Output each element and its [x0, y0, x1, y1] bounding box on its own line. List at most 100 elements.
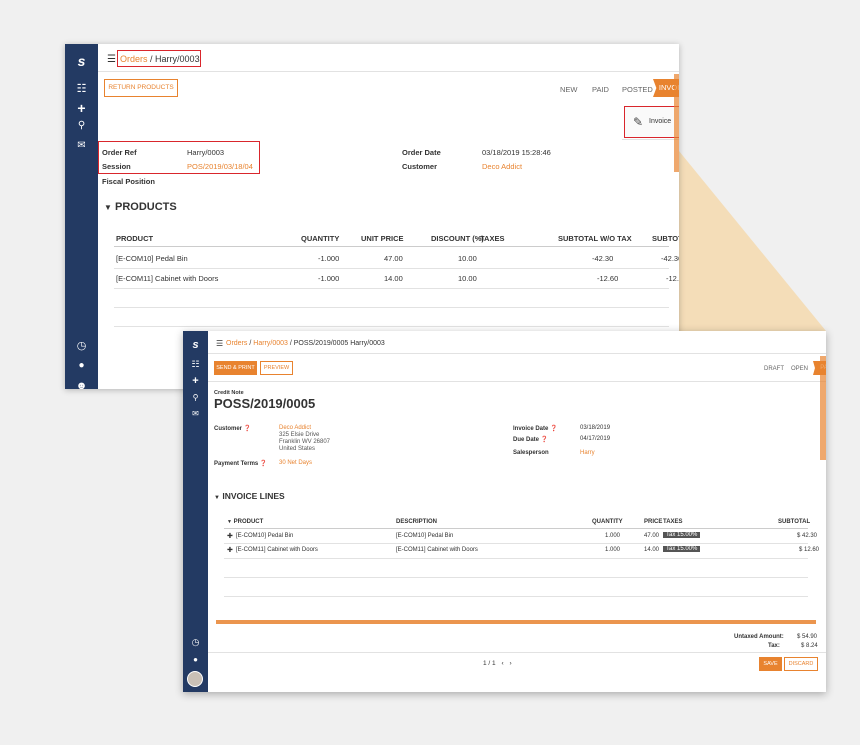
menu-icon[interactable]: ☰: [107, 54, 116, 65]
col-subtotal: SUBTOTAL: [778, 519, 811, 525]
table-row[interactable]: ✚ [E-COM10] Pedal Bin [E-COM10] Pedal Bi…: [224, 530, 817, 543]
chat-icon[interactable]: ●: [65, 360, 98, 371]
row-price: 14.00: [644, 547, 660, 553]
breadcrumb: Orders / Harry/0003 / POSS/2019/0005 Har…: [226, 340, 385, 347]
row-description: [E-COM10] Pedal Bin: [396, 533, 454, 539]
tax-badge: Tax 15.00%: [663, 546, 701, 552]
row-discount: 10.00: [458, 254, 477, 263]
avatar[interactable]: [187, 671, 203, 687]
customer-link[interactable]: Deco Addict: [482, 162, 522, 171]
sidebar: s ☷ + ⚲ ✉ ◷ ● ☻: [65, 44, 98, 389]
search-icon[interactable]: ⚲: [65, 120, 98, 131]
row-quantity: -1.000: [318, 254, 340, 263]
col-quantity: QUANTITY: [301, 234, 340, 243]
send-print-button[interactable]: SEND & PRINT: [214, 361, 257, 375]
help-icon: ❓: [259, 461, 268, 467]
invoice-button[interactable]: ✎ Invoice: [624, 106, 679, 138]
due-date-value: 04/17/2019: [580, 436, 611, 442]
table-row[interactable]: ✚ [E-COM11] Cabinet with Doors [E-COM11]…: [224, 544, 819, 557]
scrollbar[interactable]: [820, 356, 826, 460]
apps-grid-icon[interactable]: ☷: [65, 82, 98, 95]
due-date-label: Due Date ❓: [513, 437, 549, 443]
sort-caret-icon: ▼: [227, 519, 232, 525]
salesperson-link[interactable]: Harry: [580, 450, 595, 456]
pager-next-icon[interactable]: ›: [509, 660, 511, 667]
row-unit-price: 47.00: [384, 254, 403, 263]
chat-icon[interactable]: ●: [183, 655, 208, 664]
row-unit-price: 14.00: [384, 274, 403, 283]
drag-handle-icon[interactable]: ✚: [227, 532, 233, 540]
row-product: [E-COM11] Cabinet with Doors: [116, 274, 219, 283]
table-row[interactable]: [E-COM11] Cabinet with Doors -1.000 14.0…: [114, 269, 679, 288]
plus-icon[interactable]: +: [183, 375, 208, 387]
breadcrumb-orders-link[interactable]: Orders: [226, 340, 247, 347]
preview-button[interactable]: PREVIEW: [260, 361, 293, 375]
drag-handle-icon[interactable]: ✚: [227, 546, 233, 554]
row-subtotal: -12.60: [666, 274, 679, 283]
clock-icon[interactable]: ◷: [183, 637, 208, 648]
invoice-lines-section-title[interactable]: ▼ INVOICE LINES: [214, 491, 285, 501]
customer-label: Customer: [402, 162, 438, 171]
status-open[interactable]: OPEN: [791, 366, 808, 372]
invoice-date-value: 03/18/2019: [580, 425, 611, 431]
return-products-button[interactable]: RETURN PRODUCTS: [104, 79, 178, 97]
row-subtotal: $ 12.60: [799, 547, 820, 553]
mail-icon[interactable]: ✉: [183, 409, 208, 418]
app-logo: s: [192, 339, 199, 351]
row-description: [E-COM11] Cabinet with Doors: [396, 547, 478, 553]
row-quantity: -1.000: [318, 274, 340, 283]
discard-button[interactable]: DISCARD: [784, 657, 818, 671]
row-price: 47.00: [644, 533, 660, 539]
clock-icon[interactable]: ◷: [65, 339, 98, 352]
col-subtotal-wo-tax: SUBTOTAL W/O TAX: [558, 234, 632, 243]
payment-terms-link[interactable]: 30 Net Days: [279, 460, 312, 466]
order-date-label: Order Date: [402, 148, 441, 157]
row-subtotal: $ 42.30: [797, 533, 818, 539]
mail-icon[interactable]: ✉: [65, 140, 98, 151]
row-product: [E-COM10] Pedal Bin: [116, 254, 188, 263]
status-new[interactable]: NEW: [560, 85, 578, 94]
pager-prev-icon[interactable]: ‹: [501, 660, 503, 667]
help-icon: ❓: [243, 426, 252, 432]
plus-icon[interactable]: +: [65, 100, 98, 116]
untaxed-amount-label: Untaxed Amount:: [734, 634, 784, 640]
breadcrumb-highlight: [117, 50, 201, 67]
row-quantity: 1.000: [605, 547, 621, 553]
breadcrumb-current: POSS/2019/0005 Harry/0003: [293, 340, 385, 347]
row-product: [E-COM10] Pedal Bin: [236, 533, 294, 539]
customer-link[interactable]: Deco Addict: [279, 425, 311, 431]
search-icon[interactable]: ⚲: [183, 393, 208, 402]
accent-band: [216, 620, 816, 624]
tax-badge: Tax 15.00%: [663, 532, 701, 538]
breadcrumb-order-link[interactable]: Harry/0003: [253, 340, 288, 347]
caret-down-icon: ▼: [104, 203, 112, 212]
edit-icon: ✎: [633, 115, 644, 129]
apps-grid-icon[interactable]: ☷: [183, 359, 208, 370]
invoice-button-label: Invoice: [649, 118, 672, 125]
status-draft[interactable]: DRAFT: [764, 366, 784, 372]
caret-down-icon: ▼: [214, 495, 220, 501]
customer-label: Customer ❓: [214, 426, 252, 432]
status-paid[interactable]: PAID: [592, 85, 609, 94]
save-button[interactable]: SAVE: [759, 657, 782, 671]
table-row[interactable]: [E-COM10] Pedal Bin -1.000 47.00 10.00 -…: [114, 248, 679, 267]
scrollbar[interactable]: [674, 74, 679, 172]
credit-note-window: s ☷ + ⚲ ✉ ◷ ● ☰ Orders / Harry/0003 / PO…: [183, 331, 826, 692]
col-subtotal: SUBTOTAL: [652, 234, 679, 243]
pager: 1 / 1 ‹ ›: [483, 660, 512, 667]
invoice-main: ☰ Orders / Harry/0003 / POSS/2019/0005 H…: [208, 331, 826, 692]
col-price: PRICE: [644, 519, 663, 525]
row-product: [E-COM11] Cabinet with Doors: [236, 547, 318, 553]
untaxed-amount-value: $ 54.90: [797, 634, 818, 640]
products-section-title[interactable]: ▼ PRODUCTS: [104, 201, 177, 213]
status-posted[interactable]: POSTED: [622, 85, 653, 94]
col-product: ▼ PRODUCT: [227, 519, 264, 525]
avatar[interactable]: ☻: [65, 380, 98, 389]
customer-address-line: 325 Elsie Drive: [279, 432, 320, 438]
row-subtotal-wo-tax: -42.30: [592, 254, 614, 263]
app-logo: s: [77, 53, 86, 69]
menu-icon[interactable]: ☰: [216, 339, 223, 348]
help-icon: ❓: [540, 437, 549, 443]
invoice-date-label: Invoice Date ❓: [513, 426, 558, 432]
row-quantity: 1.000: [605, 533, 621, 539]
